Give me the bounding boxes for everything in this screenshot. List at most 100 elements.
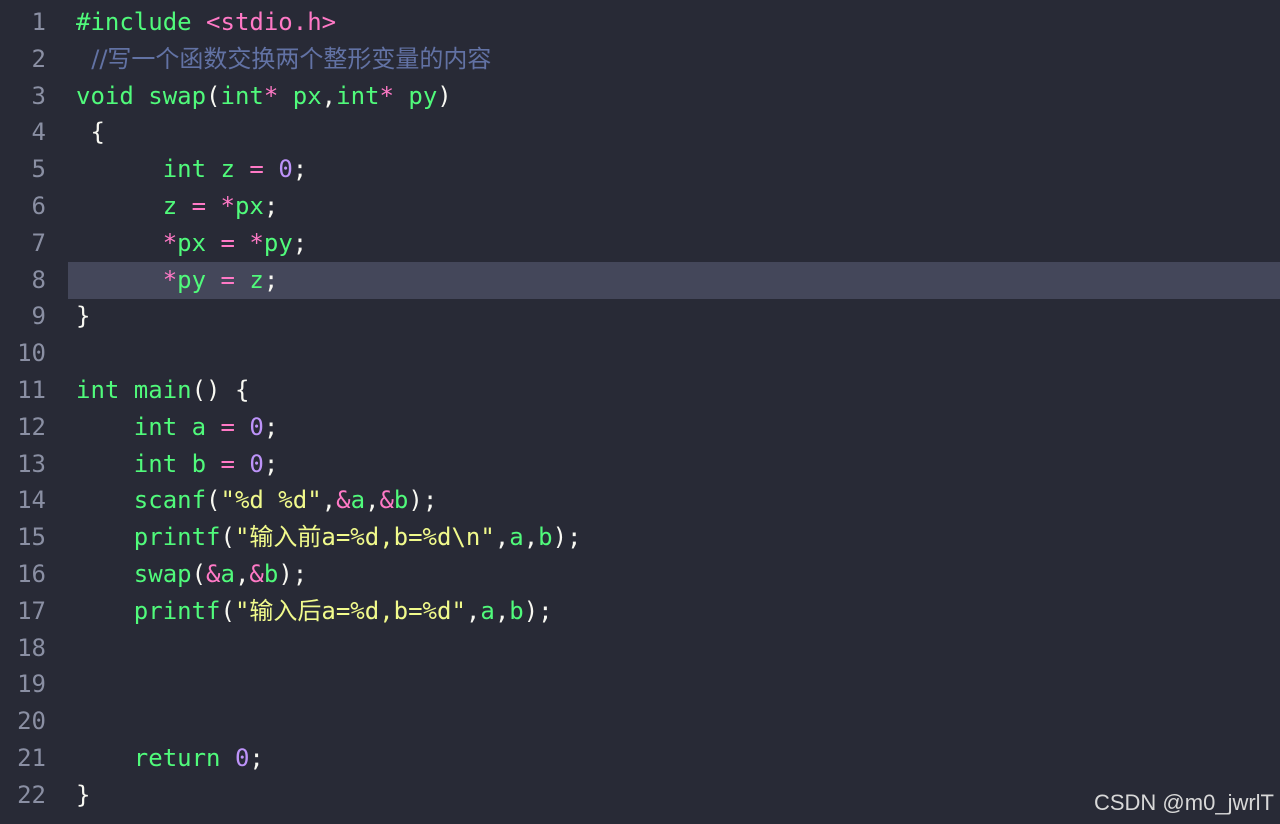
code-line[interactable]: 16 swap(&a,&b);	[0, 556, 1280, 593]
line-content: *px = *py;	[76, 225, 308, 262]
code-token: ;	[263, 449, 279, 478]
code-line[interactable]: 2 //写一个函数交换两个整形变量的内容	[0, 41, 1280, 78]
code-token: ;	[263, 192, 279, 220]
code-token: );	[552, 523, 582, 552]
line-content: z = *px;	[76, 188, 279, 225]
code-line[interactable]: 14 scanf("%d %d",&a,&b);	[0, 482, 1280, 519]
code-token: (	[220, 523, 235, 552]
code-token: swap	[148, 81, 207, 110]
code-token: 0	[234, 744, 250, 772]
code-token: 0	[278, 155, 293, 184]
code-token: <stdio.h>	[206, 8, 337, 36]
line-number: 18	[17, 633, 46, 662]
code-line[interactable]: 10	[0, 335, 1280, 372]
line-content: //写一个函数交换两个整形变量的内容	[76, 41, 491, 78]
line-content: int main() {	[76, 372, 249, 409]
code-line[interactable]: 13 int b = 0;	[0, 446, 1280, 483]
code-token: int	[76, 412, 192, 441]
code-token: a	[509, 523, 524, 552]
code-token: 0	[249, 449, 264, 478]
watermark: CSDN @m0_jwrlT	[1093, 790, 1274, 815]
code-token: *	[76, 228, 178, 257]
line-number: 1	[31, 8, 46, 36]
line-content: return 0;	[76, 740, 264, 777]
code-token: &	[249, 560, 264, 588]
code-token: );	[523, 596, 553, 625]
code-line[interactable]: 21 return 0;	[0, 740, 1280, 777]
line-number: 2	[31, 44, 46, 73]
code-token: #include	[76, 8, 207, 36]
line-content: }	[76, 298, 90, 335]
line-content: *py = z;	[76, 262, 279, 299]
code-token: }	[76, 302, 91, 331]
line-number: 4	[31, 118, 46, 147]
code-line[interactable]: 22}	[0, 777, 1280, 814]
code-token: scanf	[76, 486, 207, 515]
code-line[interactable]: 6 z = *px;	[0, 188, 1280, 225]
code-line[interactable]: 18	[0, 630, 1280, 667]
code-token: =	[220, 412, 250, 441]
code-line[interactable]: 12 int a = 0;	[0, 409, 1280, 446]
code-token: py	[263, 228, 293, 257]
code-line[interactable]: 1 #include <stdio.h>	[0, 4, 1280, 41]
code-token: void	[76, 81, 149, 110]
code-token: main	[133, 376, 192, 404]
code-line[interactable]: 7 *px = *py;	[0, 225, 1280, 262]
code-token: () {	[191, 376, 250, 404]
code-line[interactable]: 17 printf("输入后a=%d,b=%d",a,b);	[0, 593, 1280, 630]
code-token: ,	[365, 486, 380, 515]
code-token: = *	[191, 192, 235, 220]
code-token: //写一个函数交换两个整形变量的内容	[76, 44, 492, 73]
code-line[interactable]: 11 int main() {	[0, 372, 1280, 409]
code-token: int	[336, 81, 380, 110]
code-token: &	[336, 486, 351, 515]
code-token: printf	[76, 596, 221, 625]
line-content: #include <stdio.h>	[76, 4, 336, 41]
code-line[interactable]: 5 int z = 0;	[0, 151, 1280, 188]
code-token: (	[206, 486, 221, 515]
line-content: void swap(int* px,int* py)	[76, 78, 452, 115]
line-content: swap(&a,&b);	[76, 556, 307, 593]
code-token: int	[220, 81, 264, 110]
code-token: 0	[249, 412, 264, 441]
code-editor[interactable]: 1 #include <stdio.h> 2 //写一个函数交换两个整形变量的内容 3…	[0, 0, 1280, 824]
code-token: b	[263, 560, 279, 588]
code-token: ,	[523, 523, 539, 552]
code-token: ;	[263, 265, 279, 294]
code-token: ,	[494, 596, 510, 625]
code-line[interactable]: 3 void swap(int* px,int* py)	[0, 78, 1280, 115]
code-token: b	[538, 523, 553, 552]
code-token: z	[220, 155, 250, 184]
code-line[interactable]: 15 printf("输入前a=%d,b=%d\n",a,b);	[0, 519, 1280, 556]
code-token: ;	[249, 744, 264, 772]
code-token: "输入前a=%d,b=%d\n"	[234, 523, 495, 552]
code-token: printf	[76, 523, 221, 552]
code-line[interactable]: 4 {	[0, 114, 1280, 151]
line-number: 11	[17, 376, 46, 404]
code-token: z	[249, 265, 264, 294]
code-token: a	[480, 596, 495, 625]
code-token: *	[379, 81, 409, 110]
code-token: a	[191, 412, 221, 441]
code-token: z	[76, 192, 192, 220]
code-token: "%d %d"	[220, 486, 322, 515]
line-content: int b = 0;	[76, 446, 279, 483]
line-number: 9	[31, 302, 46, 331]
line-number: 8	[31, 265, 46, 294]
line-number: 12	[17, 412, 46, 441]
code-token: b	[393, 486, 409, 515]
code-token: px	[292, 81, 322, 110]
code-line[interactable]: 8 *py = z;	[32, 261, 1280, 299]
line-content: printf("输入后a=%d,b=%d",a,b);	[76, 593, 553, 630]
line-number: 13	[17, 449, 46, 478]
code-token: &	[206, 560, 221, 588]
line-content: int z = 0;	[76, 151, 308, 188]
code-line[interactable]: 9}	[0, 298, 1280, 335]
line-content: printf("输入前a=%d,b=%d\n",a,b);	[76, 519, 582, 556]
code-token: (	[220, 596, 235, 625]
code-line[interactable]: 19	[0, 666, 1280, 703]
code-token: px	[177, 228, 221, 257]
line-number: 20	[17, 707, 46, 736]
code-token: "输入后a=%d,b=%d"	[234, 596, 466, 625]
code-line[interactable]: 20	[0, 703, 1280, 740]
